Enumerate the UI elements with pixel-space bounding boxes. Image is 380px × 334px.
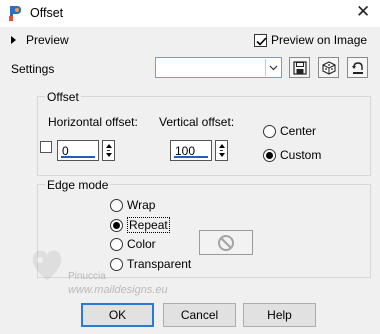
- center-label[interactable]: Center: [280, 124, 316, 138]
- spin-divider: [107, 150, 110, 151]
- color-swatch[interactable]: [199, 230, 253, 255]
- checkmark-icon: [256, 37, 267, 46]
- help-button[interactable]: Help: [243, 303, 316, 327]
- wrap-label[interactable]: Wrap: [127, 198, 155, 212]
- wrap-radio[interactable]: [110, 199, 123, 212]
- vertical-offset-input[interactable]: 100: [170, 140, 212, 161]
- offset-group: [37, 96, 371, 176]
- offset-group-title: Offset: [45, 90, 81, 104]
- edge-mode-group-title: Edge mode: [45, 178, 111, 192]
- reset-button[interactable]: [347, 57, 368, 78]
- preset-dropdown[interactable]: [155, 57, 282, 78]
- slider-track[interactable]: [174, 156, 208, 158]
- randomize-icon: [321, 60, 336, 75]
- window-title: Offset: [30, 6, 64, 20]
- spin-up-icon[interactable]: [219, 144, 225, 148]
- spin-down-icon[interactable]: [106, 153, 112, 157]
- horizontal-offset-input[interactable]: 0: [57, 140, 99, 161]
- randomize-button[interactable]: [318, 57, 339, 78]
- paint-shop-pro-icon: [7, 4, 23, 22]
- no-color-icon: [218, 234, 234, 251]
- color-radio[interactable]: [110, 238, 123, 251]
- save-preset-button[interactable]: [289, 57, 310, 78]
- save-icon: [292, 60, 307, 75]
- watermark-line2: www.maildesigns.eu: [68, 284, 168, 296]
- reset-icon: [351, 61, 363, 74]
- link-offsets-checkbox[interactable]: [40, 141, 52, 153]
- spin-down-icon[interactable]: [219, 153, 225, 157]
- spin-divider: [220, 150, 223, 151]
- custom-radio[interactable]: [263, 149, 276, 162]
- expand-triangle-icon[interactable]: [11, 36, 16, 44]
- vertical-offset-spinner[interactable]: [215, 140, 228, 161]
- transparent-label[interactable]: Transparent: [127, 257, 191, 271]
- horizontal-offset-spinner[interactable]: [102, 140, 115, 161]
- preview-expander[interactable]: Preview: [26, 33, 69, 47]
- close-icon[interactable]: ✕: [356, 2, 370, 22]
- slider-track[interactable]: [61, 156, 95, 158]
- preview-on-image-label[interactable]: Preview on Image: [271, 33, 367, 47]
- watermark-logo-icon: [27, 246, 67, 285]
- center-radio[interactable]: [263, 125, 276, 138]
- custom-label[interactable]: Custom: [280, 148, 321, 162]
- color-label[interactable]: Color: [127, 237, 156, 251]
- spin-up-icon[interactable]: [106, 144, 112, 148]
- horizontal-offset-label: Horizontal offset:: [48, 115, 138, 129]
- preview-on-image-checkbox[interactable]: [254, 34, 267, 47]
- vertical-offset-label: Vertical offset:: [159, 115, 235, 129]
- repeat-label[interactable]: Repeat: [127, 217, 170, 233]
- transparent-radio[interactable]: [110, 258, 123, 271]
- chevron-down-icon[interactable]: [265, 59, 280, 76]
- watermark-line1: Pinuccia: [68, 271, 106, 282]
- repeat-radio[interactable]: [110, 219, 123, 232]
- cancel-button[interactable]: Cancel: [163, 303, 236, 327]
- settings-label: Settings: [11, 62, 55, 76]
- ok-button[interactable]: OK: [81, 303, 154, 327]
- repeat-label-text: Repeat: [127, 217, 170, 233]
